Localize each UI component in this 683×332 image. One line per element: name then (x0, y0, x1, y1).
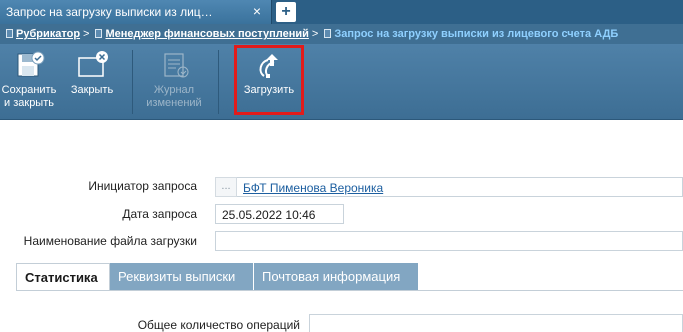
close-icon[interactable]: × (253, 3, 261, 19)
initiator-label: Инициатор запроса (88, 179, 197, 193)
upload-icon (259, 54, 278, 78)
close-label: Закрыть (70, 84, 114, 96)
upload-label: Загрузить (243, 84, 295, 96)
request-date-label: Дата запроса (122, 207, 197, 221)
save-and-close-button[interactable]: Сохранить и закрыть (0, 44, 58, 120)
document-tab[interactable]: Запрос на загрузку выписки из лиц… × (0, 0, 272, 24)
initiator-field[interactable]: БФТ Пименова Вероника (237, 177, 683, 197)
breadcrumb-link-rubricator[interactable]: Рубрикатор (16, 28, 80, 40)
tab-statistics[interactable]: Статистика (16, 263, 110, 290)
tab-strip: Запрос на загрузку выписки из лиц… × + (0, 0, 683, 24)
save-and-close-label: Сохранить и закрыть (1, 84, 57, 109)
folder-icon (6, 29, 13, 38)
request-date-field[interactable]: 25.05.2022 10:46 (215, 204, 344, 224)
toolbar: Сохранить и закрыть Закрыть Журнал измен… (0, 44, 683, 120)
breadcrumb: Рубрикатор > Менеджер финансовых поступлен… (0, 24, 683, 44)
form-panel: Инициатор запроса ... БФТ Пименова Верон… (0, 120, 683, 332)
tab-divider (16, 290, 683, 291)
document-tab-title[interactable]: Запрос на загрузку выписки из лиц… (6, 5, 238, 19)
initiator-value[interactable]: БФТ Пименова Вероника (243, 181, 383, 195)
breadcrumb-current: Запрос на загрузку выписки из лицевого с… (334, 28, 619, 40)
upload-button[interactable]: Загрузить (237, 44, 301, 120)
breadcrumb-separator: > (83, 28, 90, 40)
breadcrumb-separator: > (311, 28, 319, 40)
operations-count-field[interactable] (309, 314, 683, 332)
change-log-button[interactable]: Журнал изменений (140, 44, 208, 120)
save-icon (17, 51, 45, 77)
toolbar-separator (218, 50, 219, 114)
operations-count-label: Общее количество операций (137, 318, 300, 332)
toolbar-separator (132, 50, 133, 114)
filename-label: Наименование файла загрузки (23, 234, 197, 248)
close-button[interactable]: Закрыть (62, 44, 122, 120)
close-window-icon (78, 51, 108, 77)
folder-icon (95, 29, 103, 38)
change-log-label: Журнал изменений (146, 84, 202, 109)
tab-statement-details[interactable]: Реквизиты выписки (110, 263, 254, 290)
initiator-select-button[interactable]: ... (215, 177, 237, 197)
document-icon (324, 29, 332, 38)
breadcrumb-link-finance-manager[interactable]: Менеджер финансовых поступлений (105, 28, 308, 40)
journal-icon (164, 53, 189, 78)
filename-field[interactable] (215, 231, 683, 251)
new-tab-button[interactable]: + (276, 2, 296, 22)
tab-mail-info[interactable]: Почтовая информация (254, 263, 419, 290)
